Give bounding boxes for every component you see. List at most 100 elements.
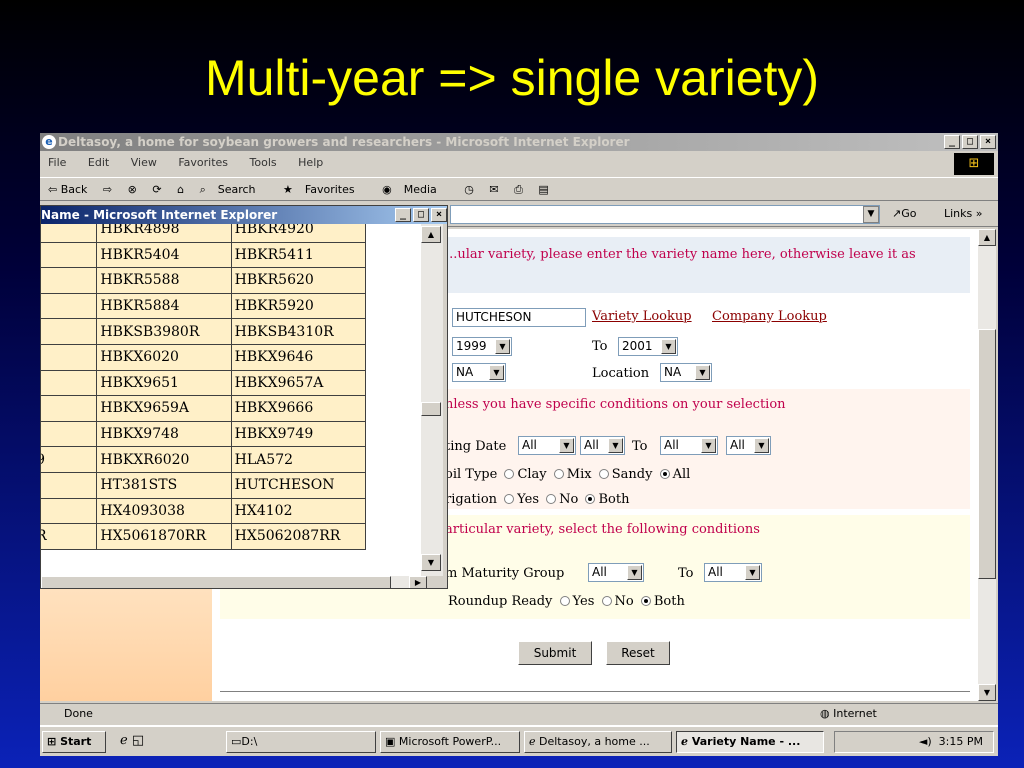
maturity-to-select[interactable]: All ▼ bbox=[704, 563, 762, 582]
variety-cell[interactable]: HLA572 bbox=[230, 446, 367, 473]
variety-cell[interactable]: HBKSB3980R bbox=[96, 318, 232, 345]
variety-cell[interactable]: HBKX9748 bbox=[96, 420, 232, 448]
planting-day-to[interactable]: All ▼ bbox=[726, 436, 771, 455]
taskbar-item-variety[interactable]: ℯ Variety Name - ... bbox=[676, 731, 824, 753]
variety-cell[interactable]: 57198 bbox=[41, 343, 98, 371]
soil-mix-radio[interactable] bbox=[553, 469, 564, 479]
variety-cell[interactable]: 5420 bbox=[41, 267, 98, 294]
year-to-select[interactable]: 2001 ▼ bbox=[618, 337, 678, 356]
address-input[interactable] bbox=[450, 205, 880, 224]
stop-icon[interactable]: ⊗ bbox=[128, 183, 137, 196]
page-scrollbar[interactable]: ▲ ▼ bbox=[978, 229, 996, 701]
desktop-quicklaunch-icon[interactable]: ◱ bbox=[132, 733, 144, 748]
popup-scroll-down-icon[interactable]: ▼ bbox=[421, 554, 441, 571]
address-dropdown[interactable]: ▼ bbox=[863, 206, 879, 223]
ie-quicklaunch-icon[interactable]: ℯ bbox=[120, 733, 128, 748]
variety-cell[interactable]: 1 bbox=[41, 471, 98, 499]
back-button[interactable]: ⇦ Back bbox=[48, 183, 87, 196]
popup-scroll-right-icon[interactable]: ▶ bbox=[409, 576, 427, 588]
variety-cell[interactable]: 5855 bbox=[41, 224, 98, 243]
variety-cell[interactable]: 9649 bbox=[41, 369, 98, 397]
ie-title-bar[interactable]: e Deltasoy, a home for soybean growers a… bbox=[40, 133, 998, 151]
maturity-from-select[interactable]: All ▼ bbox=[588, 563, 644, 582]
soil-sandy-radio[interactable] bbox=[598, 469, 609, 479]
roundup-both-radio[interactable] bbox=[640, 596, 651, 606]
popup-scrollbar[interactable]: ▲ ▼ bbox=[421, 224, 443, 576]
menu-tools[interactable]: Tools bbox=[250, 156, 277, 169]
scroll-thumb[interactable] bbox=[978, 329, 996, 579]
variety-cell[interactable]: HX4093038 bbox=[96, 497, 232, 525]
popup-minimize-button[interactable]: _ bbox=[395, 208, 411, 222]
variety-cell[interactable]: 2955 bbox=[41, 497, 98, 525]
menu-file[interactable]: File bbox=[48, 156, 66, 169]
close-button[interactable]: × bbox=[980, 135, 996, 149]
variety-cell[interactable]: HBKSB4310R bbox=[230, 318, 367, 345]
popup-title-bar[interactable]: Name - Microsoft Internet Explorer _ □ × bbox=[41, 206, 447, 224]
variety-cell[interactable]: HBKX9657A bbox=[230, 369, 367, 397]
scroll-down-icon[interactable]: ▼ bbox=[978, 684, 996, 701]
variety-cell[interactable]: 9668 bbox=[41, 420, 98, 448]
menu-favorites[interactable]: Favorites bbox=[178, 156, 228, 169]
variety-cell[interactable]: HBKX9749 bbox=[230, 420, 367, 448]
variety-lookup-link[interactable]: Variety Lookup bbox=[592, 309, 692, 324]
variety-cell[interactable]: HBKR5920 bbox=[230, 292, 367, 320]
irrigation-no-radio[interactable] bbox=[546, 494, 557, 504]
variety-cell[interactable]: HBKX6020 bbox=[96, 343, 232, 371]
variety-cell[interactable]: HBKR5884 bbox=[96, 292, 232, 320]
variety-cell[interactable]: 5101 bbox=[41, 241, 98, 269]
scroll-up-icon[interactable]: ▲ bbox=[978, 229, 996, 246]
variety-cell[interactable]: R57599 bbox=[41, 446, 98, 473]
links-button[interactable]: Links » bbox=[944, 207, 982, 220]
refresh-icon[interactable]: ⟳ bbox=[152, 183, 161, 196]
minimize-button[interactable]: _ bbox=[944, 135, 960, 149]
soil-clay-radio[interactable] bbox=[504, 469, 515, 479]
variety-cell[interactable]: 0167RR bbox=[41, 523, 98, 550]
reset-button[interactable]: Reset bbox=[606, 641, 670, 665]
go-button[interactable]: ↗Go bbox=[892, 207, 916, 220]
taskbar-item-deltasoy[interactable]: ℯ Deltasoy, a home ... bbox=[524, 731, 672, 753]
variety-cell[interactable]: HBKR4920 bbox=[230, 224, 367, 243]
edit-icon[interactable]: ▤ bbox=[538, 183, 548, 196]
popup-maximize-button[interactable]: □ bbox=[413, 208, 429, 222]
planting-day-from[interactable]: All ▼ bbox=[580, 436, 625, 455]
variety-cell[interactable]: HBKR5404 bbox=[96, 241, 232, 269]
mail-icon[interactable]: ✉ bbox=[489, 183, 498, 196]
popup-scroll-thumb[interactable] bbox=[421, 402, 441, 416]
variety-cell[interactable]: HBKX9666 bbox=[230, 395, 367, 422]
state-select[interactable]: NA ▼ bbox=[452, 363, 506, 382]
variety-cell[interactable]: HBKR5411 bbox=[230, 241, 367, 269]
variety-input[interactable]: HUTCHESON bbox=[452, 308, 586, 327]
variety-cell[interactable]: HX5061870RR bbox=[96, 523, 232, 550]
search-button[interactable]: ⌕ Search bbox=[200, 183, 268, 196]
home-icon[interactable]: ⌂ bbox=[177, 183, 184, 196]
forward-button[interactable]: ⇨ bbox=[103, 183, 112, 196]
favorites-button[interactable]: ★ Favorites bbox=[283, 183, 367, 196]
irrigation-both-radio[interactable] bbox=[585, 494, 596, 504]
irrigation-yes-radio[interactable] bbox=[504, 494, 515, 504]
menu-help[interactable]: Help bbox=[298, 156, 323, 169]
roundup-yes-radio[interactable] bbox=[559, 596, 570, 606]
variety-cell[interactable]: HBKX9646 bbox=[230, 343, 367, 371]
variety-cell[interactable]: HX5062087RR bbox=[230, 523, 367, 550]
roundup-no-radio[interactable] bbox=[601, 596, 612, 606]
location-select[interactable]: NA ▼ bbox=[660, 363, 712, 382]
start-button[interactable]: ⊞ Start bbox=[42, 731, 106, 753]
popup-scroll-up-icon[interactable]: ▲ bbox=[421, 226, 441, 243]
popup-hscroll-thumb[interactable] bbox=[41, 576, 391, 588]
menu-view[interactable]: View bbox=[131, 156, 157, 169]
submit-button[interactable]: Submit bbox=[518, 641, 592, 665]
variety-cell[interactable]: 5020 bbox=[41, 318, 98, 345]
taskbar-item-powerpoint[interactable]: ▣ Microsoft PowerP... bbox=[380, 731, 520, 753]
variety-cell[interactable]: HBKXR6020 bbox=[96, 446, 232, 473]
history-icon[interactable]: ◷ bbox=[464, 183, 474, 196]
popup-hscrollbar[interactable]: ▶ bbox=[41, 576, 427, 588]
soil-all-radio[interactable] bbox=[659, 469, 670, 479]
variety-cell[interactable]: HX4102 bbox=[230, 497, 367, 525]
variety-cell[interactable]: HBKR5588 bbox=[96, 267, 232, 294]
print-icon[interactable]: ⎙ bbox=[514, 183, 523, 196]
taskbar-item-drive[interactable]: ▭D:\ bbox=[226, 731, 376, 753]
planting-month-from[interactable]: All ▼ bbox=[518, 436, 576, 455]
variety-cell[interactable]: HBKX9659A bbox=[96, 395, 232, 422]
variety-cell[interactable]: 5820 bbox=[41, 292, 98, 320]
planting-month-to[interactable]: All ▼ bbox=[660, 436, 718, 455]
